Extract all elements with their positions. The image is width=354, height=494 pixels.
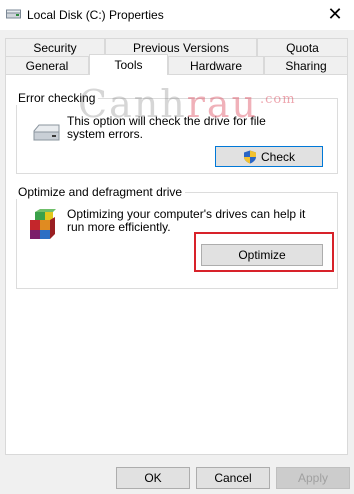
tab-sharing[interactable]: Sharing <box>264 56 348 74</box>
error-checking-title: Error checking <box>15 91 99 105</box>
check-button[interactable]: Check <box>215 146 323 167</box>
optimize-highlight-box <box>194 232 334 272</box>
tools-panel: Error checking This option will check th… <box>5 74 348 455</box>
optimize-title: Optimize and defragment drive <box>15 185 186 199</box>
apply-button-label: Apply <box>297 471 329 485</box>
tab-hardware[interactable]: Hardware <box>168 56 264 74</box>
title-bar: Local Disk (C:) Properties ✕ <box>0 0 354 30</box>
tab-quota[interactable]: Quota <box>257 38 348 56</box>
drive-icon <box>33 124 60 141</box>
tab-tools[interactable]: Tools <box>89 54 168 75</box>
tab-general[interactable]: General <box>5 56 89 74</box>
apply-button[interactable]: Apply <box>276 467 350 489</box>
cancel-button[interactable]: Cancel <box>196 467 270 489</box>
uac-shield-icon <box>243 150 256 163</box>
defrag-icon <box>30 209 56 239</box>
ok-button[interactable]: OK <box>116 467 190 489</box>
window-title: Local Disk (C:) Properties <box>27 8 164 22</box>
ok-button-label: OK <box>144 471 162 485</box>
optimize-description: Optimizing your computer's drives can he… <box>67 207 306 234</box>
cancel-button-label: Cancel <box>214 471 252 485</box>
close-icon[interactable]: ✕ <box>322 3 348 25</box>
error-checking-description: This option will check the drive for fil… <box>67 114 266 141</box>
drive-icon <box>6 9 21 19</box>
check-button-label: Check <box>260 149 295 164</box>
